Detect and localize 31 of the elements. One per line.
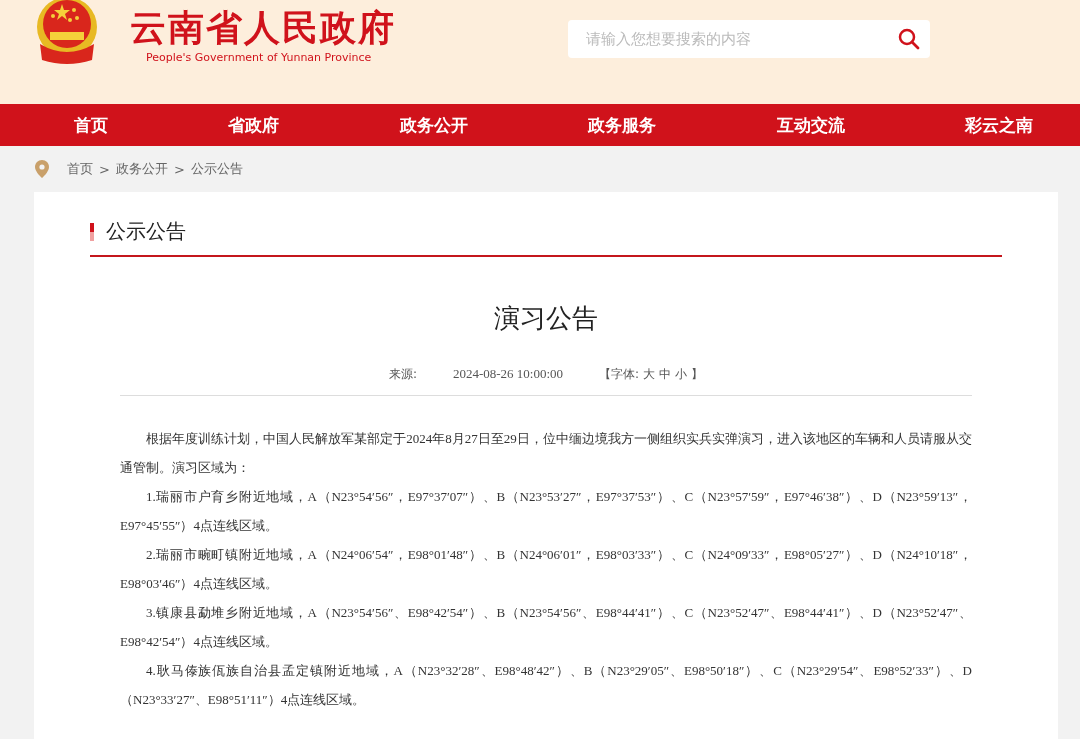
- nav-item[interactable]: 政务服务: [586, 109, 659, 141]
- section-title: 公示公告: [106, 218, 186, 245]
- nav-item[interactable]: 彩云之南: [962, 109, 1035, 141]
- nav-item[interactable]: 首页: [72, 109, 110, 141]
- breadcrumb-separator: >: [99, 161, 110, 177]
- search-icon[interactable]: [898, 28, 920, 50]
- font-size-label: 【字体:: [599, 366, 640, 383]
- article-title: 演习公告: [493, 302, 599, 335]
- site-title: 云南省人民政府: [130, 6, 396, 50]
- article-paragraph: 2.瑞丽市畹町镇附近地域，A（N24°06′54″，E98°01′48″）、B（N24°06′01″，E98°03′33″）、C（N24°09′33″，E98°05′27″）、D（N24°10′18″，E98°03′46″）4点连线区域。: [120, 546, 972, 593]
- nav-item[interactable]: 政务公开: [397, 109, 470, 141]
- font-size-link[interactable]: 小: [675, 366, 688, 383]
- source-label: 来源:: [388, 366, 417, 383]
- section-marker-icon: [90, 222, 94, 241]
- font-size-link[interactable]: 中: [659, 366, 672, 383]
- font-size-bracket: 】: [691, 366, 704, 383]
- article-paragraph: 根据年度训练计划，中国人民解放军某部定于2024年8月27日至29日，位中缅边境我方一侧组织实兵实弹演习，进入该地区的车辆和人员请服从交通管制。演习区域为：: [120, 430, 972, 477]
- breadcrumb-separator: >: [173, 161, 185, 177]
- breadcrumb-link[interactable]: 首页: [67, 160, 93, 178]
- search-field[interactable]: 请输入您想要搜索的内容: [568, 20, 930, 58]
- article-paragraph: 1.瑞丽市户育乡附近地域，A（N23°54′56″，E97°37′07″）、B（N23°53′27″，E97°37′53″）、C（N23°57′59″，E97°46′38″）、D（N23°59′13″，E97°45′55″）4点连线区域。: [120, 488, 972, 535]
- article-paragraph: 3.镇康县勐堆乡附近地域，A（N23°54′56″、E98°42′54″）、B（N23°54′56″、E98°44′41″）、C（N23°52′47″、E98°44′41″）、D（N23°52′47″、E98°42′54″）4点连线区域。: [120, 604, 972, 651]
- site-subtitle: People's Government of Yunnan Province: [146, 51, 373, 64]
- breadcrumb-link[interactable]: 公示公告: [190, 160, 243, 178]
- font-size-link[interactable]: 大: [643, 366, 656, 383]
- nav-item[interactable]: 省政府: [226, 109, 282, 141]
- breadcrumb-link[interactable]: 政务公开: [115, 160, 168, 178]
- nav-item[interactable]: 互动交流: [774, 109, 847, 141]
- article-paragraph: 4.耿马傣族佤族自治县孟定镇附近地域，A（N23°32′28″、E98°48′42″）、B（N23°29′05″、E98°50′18″）、C（N23°29′54″、E98°52′33″）、D（N23°33′27″、E98°51′11″）4点连线区域。: [120, 662, 972, 709]
- location-pin-icon: [35, 160, 49, 178]
- publish-date: 2024-08-26 10:00:00: [452, 366, 564, 383]
